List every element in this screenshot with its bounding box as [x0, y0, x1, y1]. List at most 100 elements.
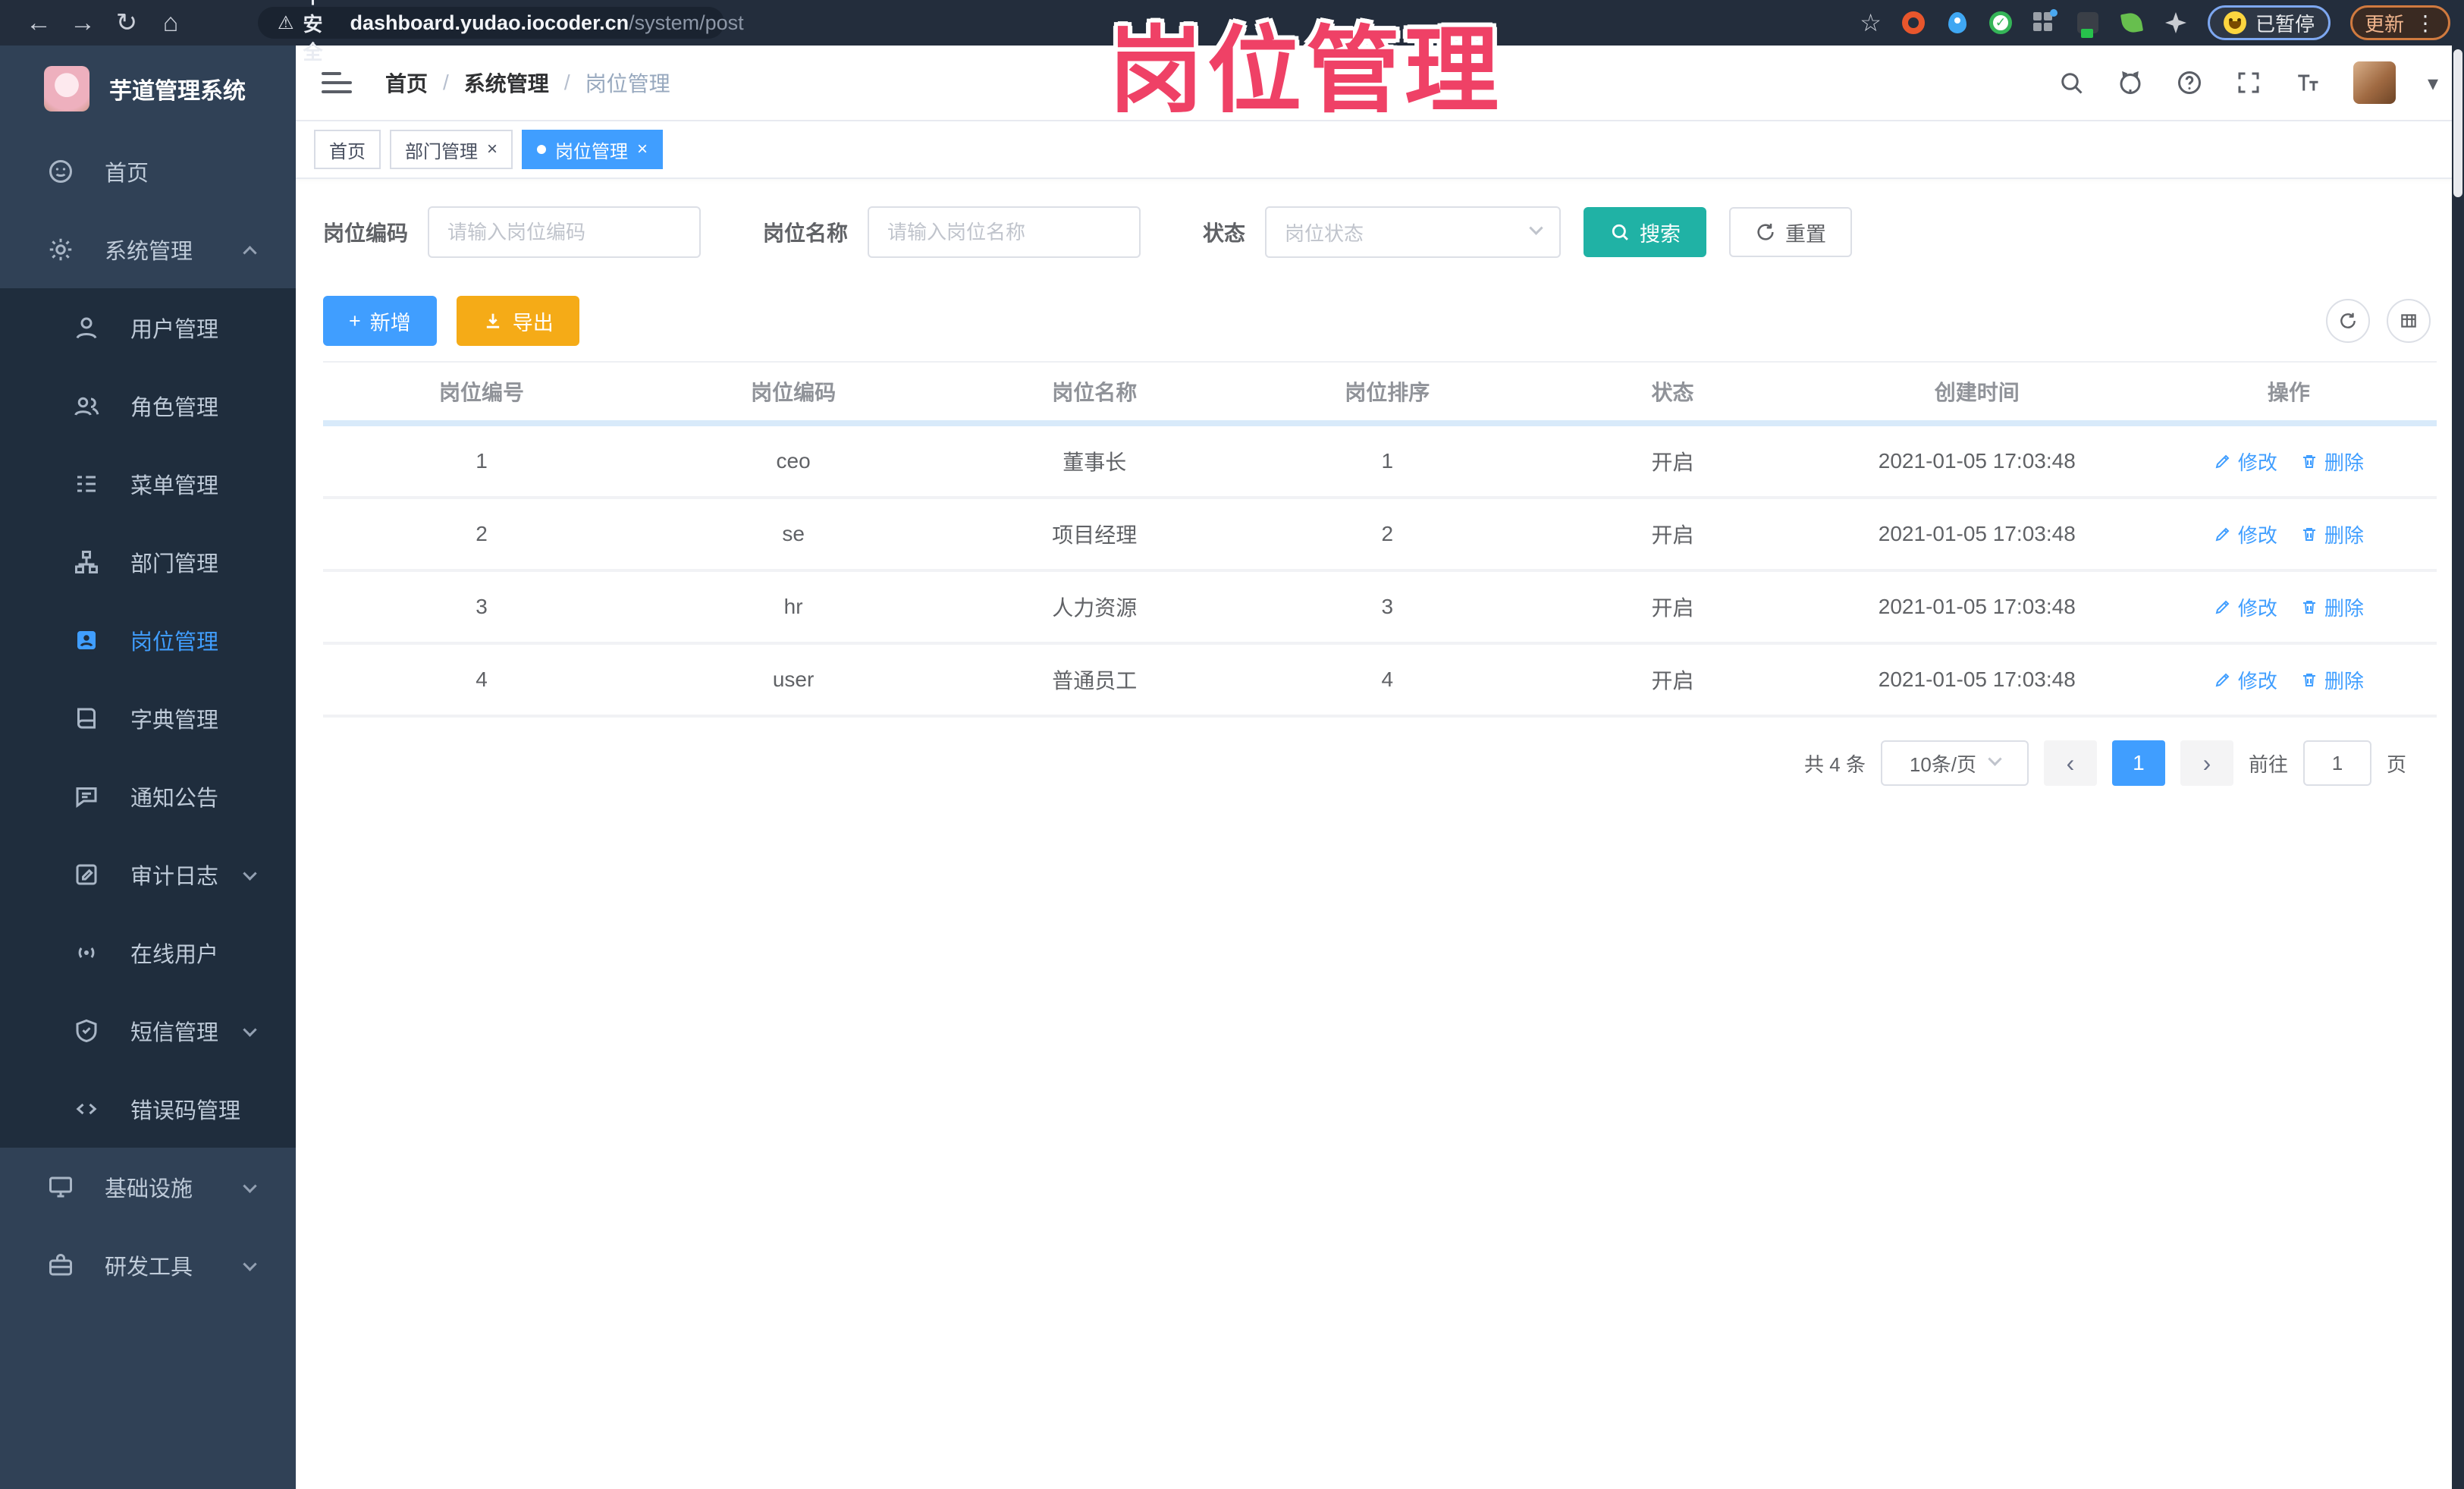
- export-button[interactable]: 导出: [456, 296, 579, 346]
- column-header: 岗位排序: [1345, 381, 1430, 404]
- breadcrumb-current: 岗位管理: [585, 72, 670, 96]
- sidebar-item-system[interactable]: 系统管理: [0, 210, 296, 288]
- sidebar-item-menus[interactable]: 菜单管理: [0, 445, 296, 523]
- sidebar-menu: 首页 系统管理 用户管理 角色管理 菜单管理 部门管理 岗位管理 字典管理 通知…: [0, 121, 296, 1304]
- avatar-caret-down-icon[interactable]: ▾: [2428, 71, 2438, 96]
- table-row: 2 se 项目经理 2 开启 2021-01-05 17:03:48 修改 删除: [323, 499, 2437, 572]
- sidebar-toggle-icon[interactable]: [322, 72, 352, 93]
- trash-icon: [2302, 601, 2315, 614]
- status-select[interactable]: 岗位状态: [1265, 206, 1562, 258]
- search-icon[interactable]: [2058, 69, 2085, 96]
- extension-pin-icon[interactable]: [1945, 11, 1970, 35]
- pencil-icon: [2215, 527, 2230, 542]
- delete-link[interactable]: 删除: [2300, 448, 2364, 476]
- font-size-icon[interactable]: [2294, 69, 2321, 96]
- sidebar-item-audit-log[interactable]: 审计日志: [0, 835, 296, 913]
- users-icon: [74, 397, 99, 416]
- user-icon: [76, 317, 97, 338]
- extension-ubuntu-icon[interactable]: [1901, 11, 1926, 35]
- pencil-icon: [2215, 454, 2230, 469]
- home-emoji-icon: [49, 159, 72, 183]
- extension-leaf-icon[interactable]: [2120, 11, 2144, 35]
- table-row: 1 ceo 董事长 1 开启 2021-01-05 17:03:48 修改 删除: [323, 426, 2437, 499]
- pagination: 共 4 条 10条/页 ‹ 1 › 前往 页: [323, 740, 2437, 786]
- add-button[interactable]: + 新增: [323, 296, 437, 346]
- edit-link[interactable]: 修改: [2214, 593, 2277, 621]
- fullscreen-icon[interactable]: [2235, 69, 2262, 96]
- search-button[interactable]: 搜索: [1584, 207, 1707, 257]
- bookmark-star-icon[interactable]: ☆: [1860, 8, 1882, 37]
- chevron-down-icon: [1988, 752, 2002, 766]
- prev-page-button[interactable]: ‹: [2043, 740, 2097, 786]
- next-page-button[interactable]: ›: [2180, 740, 2233, 786]
- sidebar-item-infrastructure[interactable]: 基础设施: [0, 1148, 296, 1226]
- extension-check-icon[interactable]: ✓: [1988, 11, 2012, 34]
- sidebar-item-users[interactable]: 用户管理: [0, 288, 296, 366]
- browser-update-button[interactable]: 更新 ⋮: [2349, 5, 2450, 40]
- reset-button[interactable]: 重置: [1729, 207, 1853, 257]
- chevron-down-icon: [243, 1174, 257, 1199]
- page-1-button[interactable]: 1: [2111, 740, 2165, 786]
- extension-grid-icon[interactable]: [2032, 11, 2056, 35]
- browser-back-icon[interactable]: ←: [17, 8, 61, 38]
- chevron-down-icon: [243, 1018, 257, 1043]
- gear-icon: [49, 238, 72, 260]
- column-settings-button[interactable]: [2387, 299, 2431, 343]
- browser-reload-icon[interactable]: ↻: [105, 8, 149, 38]
- url-path: /system/post: [629, 11, 744, 34]
- delete-link[interactable]: 删除: [2300, 593, 2364, 621]
- paused-label: 已暂停: [2255, 12, 2315, 36]
- sidebar-item-online-users[interactable]: 在线用户: [0, 913, 296, 991]
- edit-link[interactable]: 修改: [2214, 520, 2277, 548]
- delete-link[interactable]: 删除: [2300, 520, 2364, 548]
- delete-link[interactable]: 删除: [2300, 666, 2364, 694]
- sidebar-item-posts[interactable]: 岗位管理: [0, 601, 296, 679]
- sidebar-item-dictionary[interactable]: 字典管理: [0, 679, 296, 757]
- scrollbar-thumb[interactable]: [2453, 49, 2462, 197]
- sidebar-item-notices[interactable]: 通知公告: [0, 757, 296, 835]
- top-navbar: 首页 / 系统管理 / 岗位管理 ▾: [296, 46, 2464, 121]
- column-header: 岗位名称: [1052, 381, 1138, 404]
- edit-link[interactable]: 修改: [2214, 666, 2277, 694]
- breadcrumb: 首页 / 系统管理 / 岗位管理: [385, 68, 670, 98]
- github-icon[interactable]: [2117, 69, 2144, 96]
- user-avatar[interactable]: [2353, 61, 2396, 104]
- close-icon[interactable]: ×: [487, 140, 498, 159]
- browser-right-cluster: ☆ ✓ 已暂停 更新 ⋮: [1860, 5, 2464, 40]
- post-code-input[interactable]: [428, 206, 702, 258]
- profile-paused-chip[interactable]: 已暂停: [2207, 5, 2331, 40]
- sidebar-item-departments[interactable]: 部门管理: [0, 523, 296, 601]
- trash-icon: [2302, 674, 2315, 686]
- page-size-select[interactable]: 10条/页: [1880, 740, 2029, 786]
- search-icon: [1612, 224, 1628, 240]
- extension-pinwheel-icon[interactable]: [2164, 11, 2188, 35]
- page-unit-label: 页: [2386, 752, 2406, 776]
- sidebar-item-roles[interactable]: 角色管理: [0, 366, 296, 445]
- goto-label: 前往: [2248, 752, 2288, 776]
- breadcrumb-separator: /: [443, 71, 449, 94]
- edit-link[interactable]: 修改: [2214, 448, 2277, 476]
- post-name-input[interactable]: [868, 206, 1141, 258]
- sidebar-item-sms[interactable]: 短信管理: [0, 991, 296, 1070]
- browser-forward-icon[interactable]: →: [61, 8, 105, 38]
- close-icon[interactable]: ×: [637, 140, 648, 159]
- pencil-icon: [2215, 673, 2230, 687]
- sidebar-item-dev-tools[interactable]: 研发工具: [0, 1226, 296, 1304]
- address-bar[interactable]: ⚠ 不安全 dashboard.yudao.iocoder.cn /system…: [258, 0, 744, 64]
- tag-posts-active[interactable]: 岗位管理 ×: [522, 130, 664, 169]
- sidebar-item-error-codes[interactable]: 错误码管理: [0, 1070, 296, 1148]
- chevron-up-icon: [243, 237, 257, 262]
- chevron-down-icon: [243, 862, 257, 887]
- url-host: dashboard.yudao.iocoder.cn: [350, 11, 629, 34]
- tag-home[interactable]: 首页: [314, 130, 381, 169]
- post-name-label: 岗位名称: [763, 221, 849, 245]
- breadcrumb-system[interactable]: 系统管理: [464, 68, 549, 98]
- sidebar-item-home[interactable]: 首页: [0, 132, 296, 210]
- extension-gif-icon[interactable]: [2076, 11, 2100, 35]
- breadcrumb-home[interactable]: 首页: [385, 68, 428, 98]
- goto-page-input[interactable]: [2302, 740, 2371, 786]
- help-icon[interactable]: [2176, 69, 2203, 96]
- browser-home-icon[interactable]: ⌂: [149, 8, 193, 38]
- refresh-table-button[interactable]: [2326, 299, 2370, 343]
- tag-departments[interactable]: 部门管理 ×: [390, 130, 513, 169]
